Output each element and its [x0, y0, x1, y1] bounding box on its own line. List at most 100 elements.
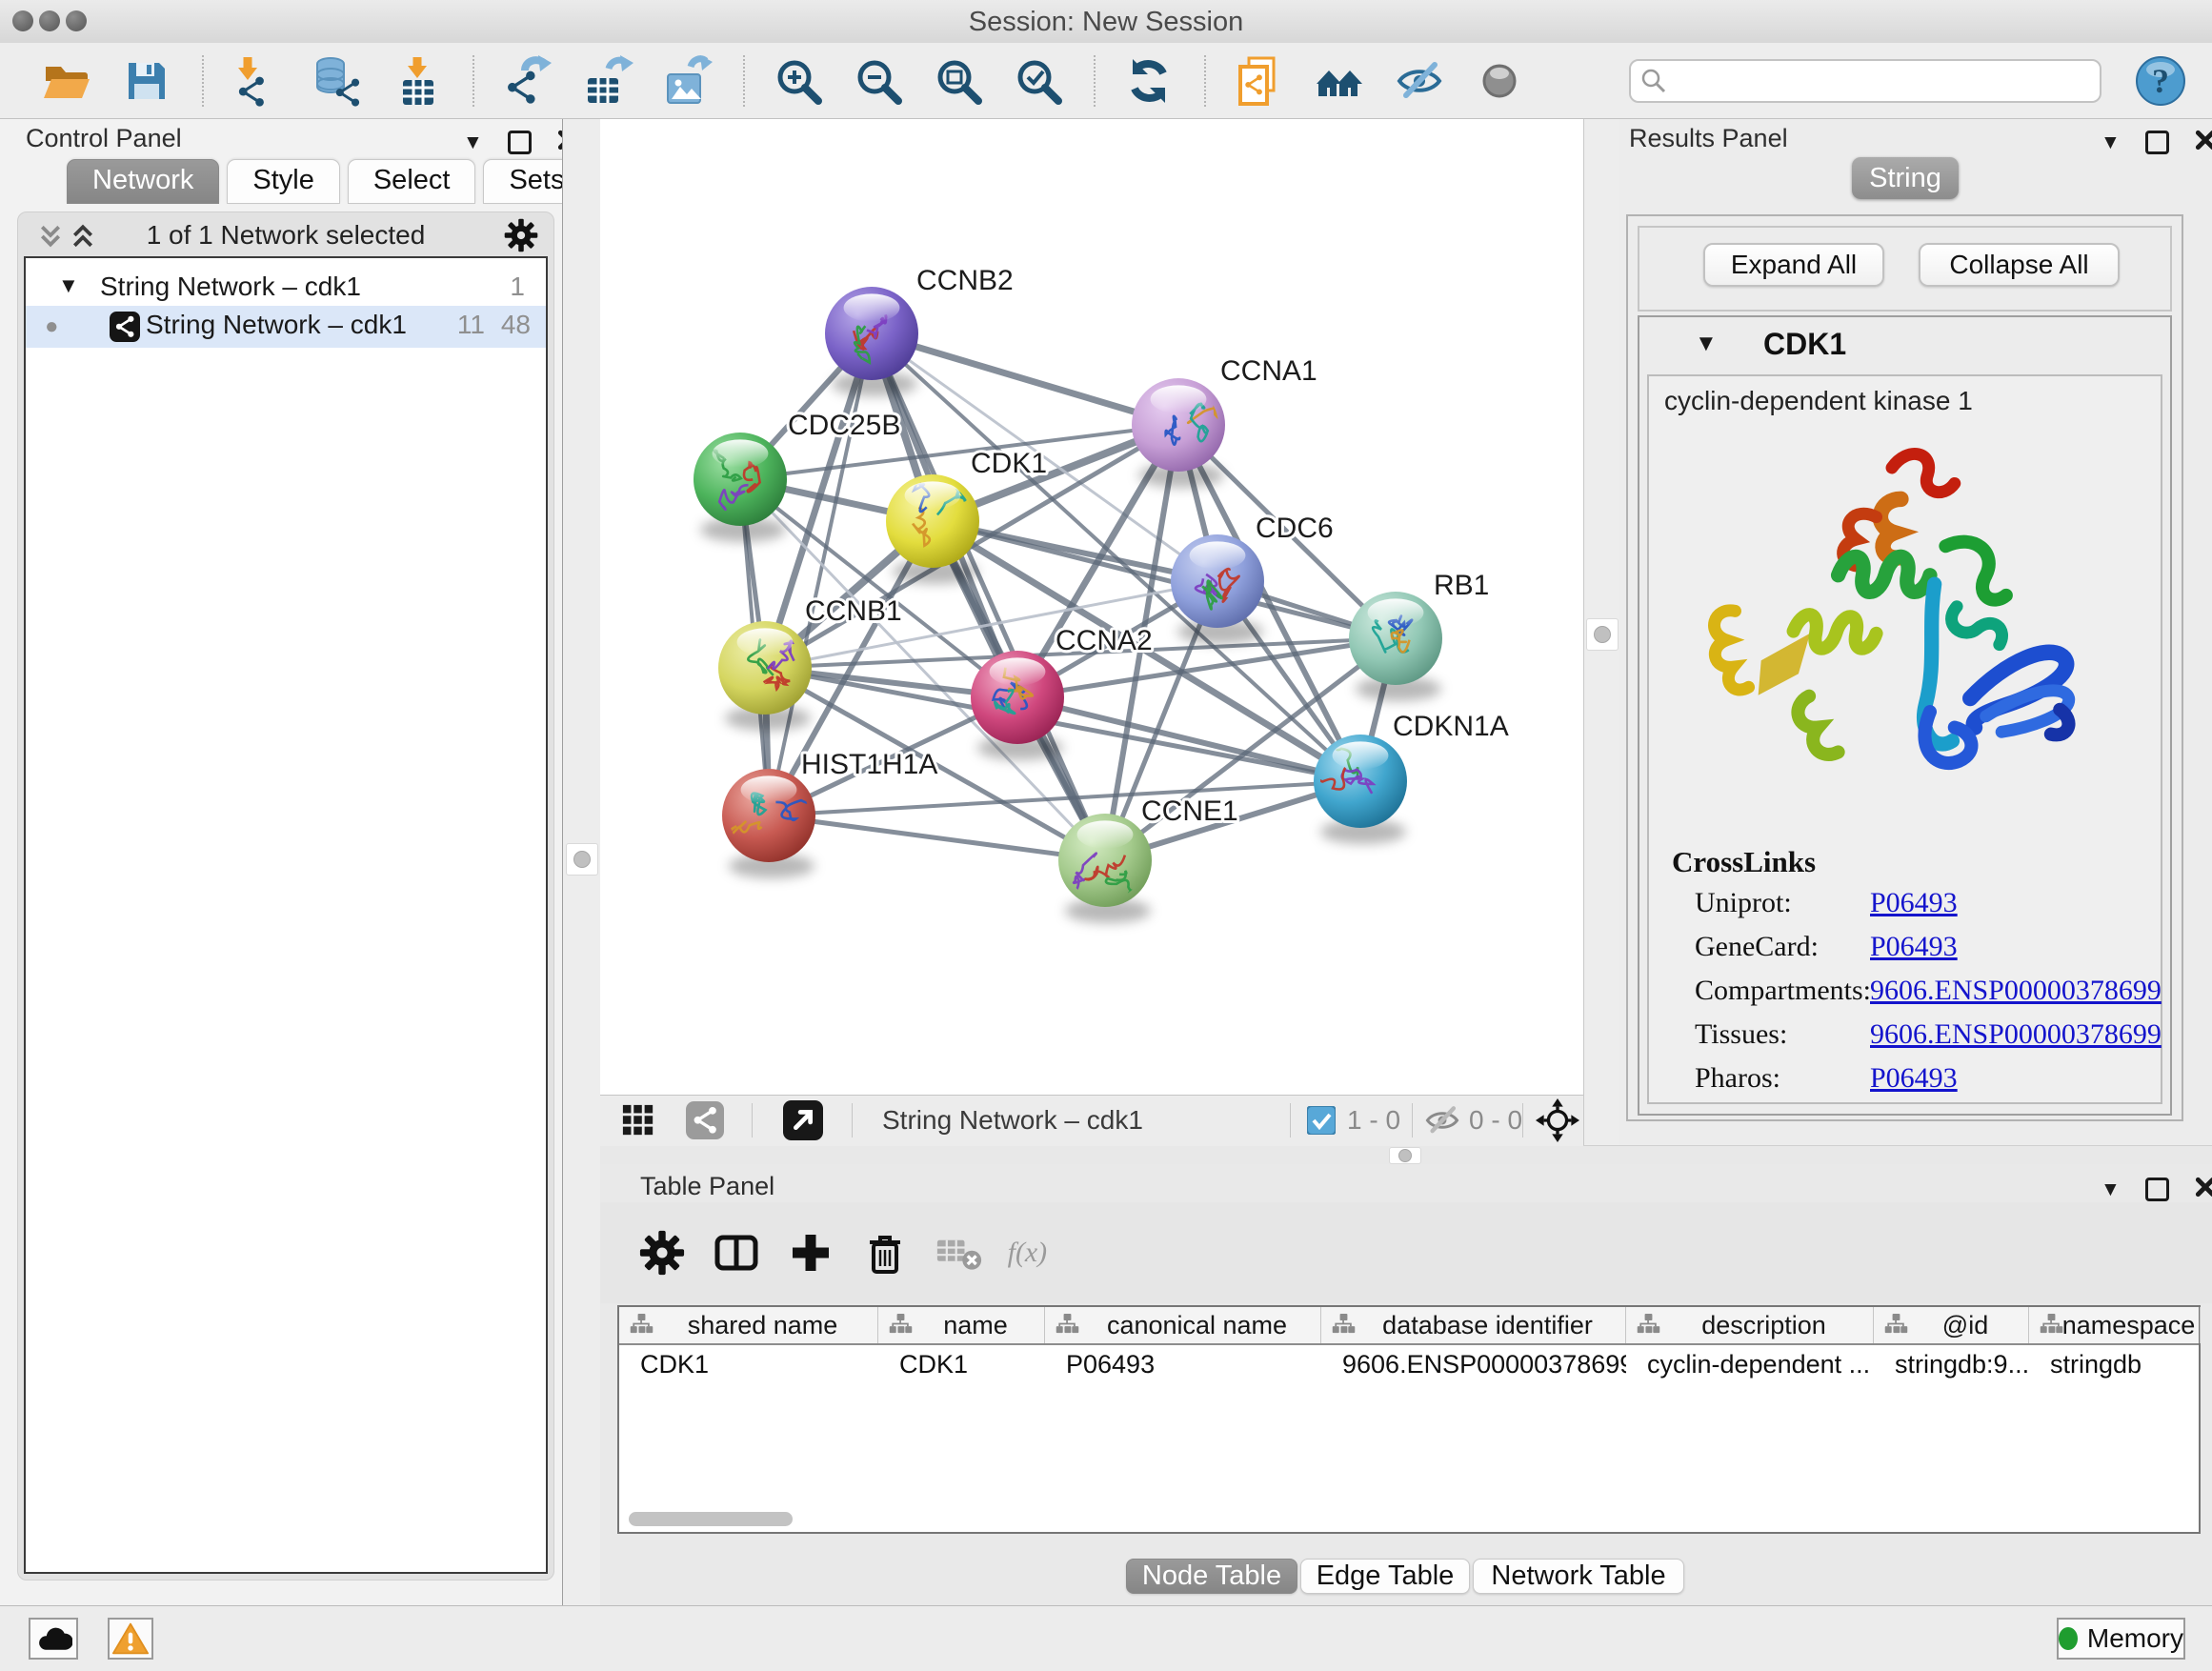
- network-node-ccnb2[interactable]: [825, 287, 918, 396]
- network-node-cdc25b[interactable]: [694, 433, 787, 542]
- protein-details: cyclin-dependent kinase 1: [1647, 374, 2162, 1104]
- crosslink-link[interactable]: P06493: [1870, 887, 1958, 919]
- import-database-icon[interactable]: [307, 50, 368, 111]
- delete-entry-icon[interactable]: [857, 1225, 913, 1280]
- table-cell[interactable]: P06493: [1045, 1345, 1321, 1383]
- memory-button[interactable]: Memory: [2057, 1618, 2185, 1660]
- table-row[interactable]: CDK1CDK1P064939606.ENSP00000378699cyclin…: [619, 1345, 2199, 1383]
- network-row-selected[interactable]: ● String Network – cdk1 11 48: [26, 306, 546, 348]
- network-canvas[interactable]: CCNB2CCNA1CDC25BCDK1CDC6RB1CCNB1CCNA2CDK…: [600, 119, 1583, 1095]
- horizontal-divider-handle[interactable]: [1389, 1147, 1421, 1164]
- table-cell[interactable]: 9606.ENSP00000378699: [1321, 1345, 1626, 1383]
- table-panel-close-icon[interactable]: [2194, 1176, 2212, 1203]
- string-document-icon[interactable]: [1229, 50, 1290, 111]
- tab-network[interactable]: Network: [67, 159, 219, 204]
- column-header-canonical-name[interactable]: canonical name: [1045, 1307, 1321, 1343]
- tab-network-table[interactable]: Network Table: [1473, 1559, 1684, 1594]
- left-divider-handle[interactable]: [566, 843, 598, 876]
- right-divider-handle[interactable]: [1586, 618, 1619, 651]
- save-session-icon[interactable]: [116, 50, 177, 111]
- open-new-window-icon[interactable]: [783, 1101, 823, 1139]
- zoom-out-icon[interactable]: [848, 50, 909, 111]
- crosslink-link[interactable]: P06493: [1870, 931, 1958, 963]
- column-header-description[interactable]: description: [1626, 1307, 1874, 1343]
- cloud-icon[interactable]: [29, 1618, 78, 1660]
- network-node-ccna2[interactable]: [971, 651, 1064, 760]
- import-network-icon[interactable]: [227, 50, 288, 111]
- results-panel-menu-icon[interactable]: ▼: [2101, 132, 2121, 152]
- tab-edge-table[interactable]: Edge Table: [1300, 1559, 1470, 1594]
- minimize-window-icon[interactable]: [39, 10, 60, 31]
- network-node-cdk1[interactable]: [886, 472, 979, 584]
- export-table-icon[interactable]: [577, 50, 638, 111]
- import-table-icon[interactable]: [387, 50, 448, 111]
- table-cell[interactable]: stringdb:9...: [1874, 1345, 2029, 1383]
- control-panel-float-icon[interactable]: [508, 131, 532, 154]
- grid-mode-icon[interactable]: [621, 1101, 655, 1139]
- protein-section-header[interactable]: ▼ CDK1: [1639, 317, 2170, 372]
- zoom-fit-icon[interactable]: [928, 50, 989, 111]
- close-window-icon[interactable]: [12, 10, 33, 31]
- show-hidden-icon[interactable]: [1469, 50, 1530, 111]
- table-panel-float-icon[interactable]: [2145, 1178, 2169, 1201]
- table-cell[interactable]: CDK1: [878, 1345, 1045, 1383]
- table-cell[interactable]: CDK1: [619, 1345, 878, 1383]
- table-cell[interactable]: stringdb: [2029, 1345, 2201, 1383]
- table-cell[interactable]: cyclin-dependent ...: [1626, 1345, 1874, 1383]
- right-split-divider[interactable]: [1583, 119, 1621, 1145]
- table-settings-icon[interactable]: [634, 1225, 690, 1280]
- selection-checkbox-icon[interactable]: [1307, 1101, 1336, 1139]
- hide-selected-icon[interactable]: [1389, 50, 1450, 111]
- column-header-id[interactable]: @id: [1874, 1307, 2029, 1343]
- export-image-icon[interactable]: [657, 50, 718, 111]
- tab-select[interactable]: Select: [348, 159, 476, 204]
- network-node-rb1[interactable]: [1349, 592, 1442, 701]
- fit-selection-icon[interactable]: [1536, 1101, 1579, 1139]
- network-node-hist1h1a[interactable]: [722, 769, 823, 878]
- search-input[interactable]: [1629, 59, 2101, 103]
- toggle-columns-icon[interactable]: [709, 1225, 764, 1280]
- add-entry-icon[interactable]: [783, 1225, 838, 1280]
- column-header-name[interactable]: name: [878, 1307, 1045, 1343]
- results-panel-float-icon[interactable]: [2145, 131, 2169, 154]
- export-network-icon[interactable]: [497, 50, 558, 111]
- column-header-shared-name[interactable]: shared name: [619, 1307, 878, 1343]
- gear-icon[interactable]: [504, 218, 538, 257]
- horizontal-split-divider[interactable]: [600, 1145, 2212, 1166]
- zoom-in-icon[interactable]: [768, 50, 829, 111]
- refresh-view-icon[interactable]: [1118, 50, 1179, 111]
- network-node-ccnb1[interactable]: [718, 621, 812, 731]
- help-icon[interactable]: ?: [2130, 50, 2191, 111]
- crosslink-link[interactable]: 9606.ENSP00000378699: [1870, 1018, 2162, 1051]
- control-panel-menu-icon[interactable]: ▼: [463, 132, 483, 152]
- network-overview-icon[interactable]: [1309, 50, 1370, 111]
- network-collection-row[interactable]: ▼ String Network – cdk1 1: [26, 268, 546, 310]
- zoom-selected-icon[interactable]: [1008, 50, 1069, 111]
- maximize-window-icon[interactable]: [66, 10, 87, 31]
- collection-collapse-icon[interactable]: ▼: [58, 273, 79, 298]
- network-node-count: 11: [457, 310, 485, 340]
- tab-style[interactable]: Style: [227, 159, 339, 204]
- protein-collapse-icon[interactable]: ▼: [1695, 331, 1718, 357]
- protein-description: cyclin-dependent kinase 1: [1664, 386, 1973, 416]
- network-share-icon[interactable]: [686, 1101, 724, 1139]
- crosslink-link[interactable]: 9606.ENSP00000378699: [1870, 975, 2162, 1007]
- left-split-divider[interactable]: [562, 119, 602, 1605]
- network-node-cdc6[interactable]: [1171, 534, 1264, 644]
- hidden-eye-icon[interactable]: [1423, 1101, 1461, 1139]
- collapse-all-button[interactable]: Collapse All: [1919, 243, 2120, 287]
- tab-node-table[interactable]: Node Table: [1126, 1559, 1297, 1594]
- warning-icon[interactable]: [108, 1618, 153, 1660]
- network-node-cdkn1a[interactable]: [1297, 730, 1407, 844]
- table-horizontal-scrollbar[interactable]: [629, 1512, 793, 1526]
- expand-all-button[interactable]: Expand All: [1703, 243, 1884, 287]
- results-panel-close-icon[interactable]: [2194, 129, 2212, 156]
- tab-string[interactable]: String: [1852, 157, 1959, 199]
- crosslink-link[interactable]: P06493: [1870, 1062, 1958, 1095]
- network-node-ccna1[interactable]: [1132, 378, 1229, 488]
- table-panel-menu-icon[interactable]: ▼: [2101, 1179, 2121, 1199]
- open-session-icon[interactable]: [36, 50, 97, 111]
- column-header-database-identifier[interactable]: database identifier: [1321, 1307, 1626, 1343]
- column-header-namespace[interactable]: namespace: [2029, 1307, 2201, 1343]
- network-node-ccne1[interactable]: [1058, 814, 1153, 923]
